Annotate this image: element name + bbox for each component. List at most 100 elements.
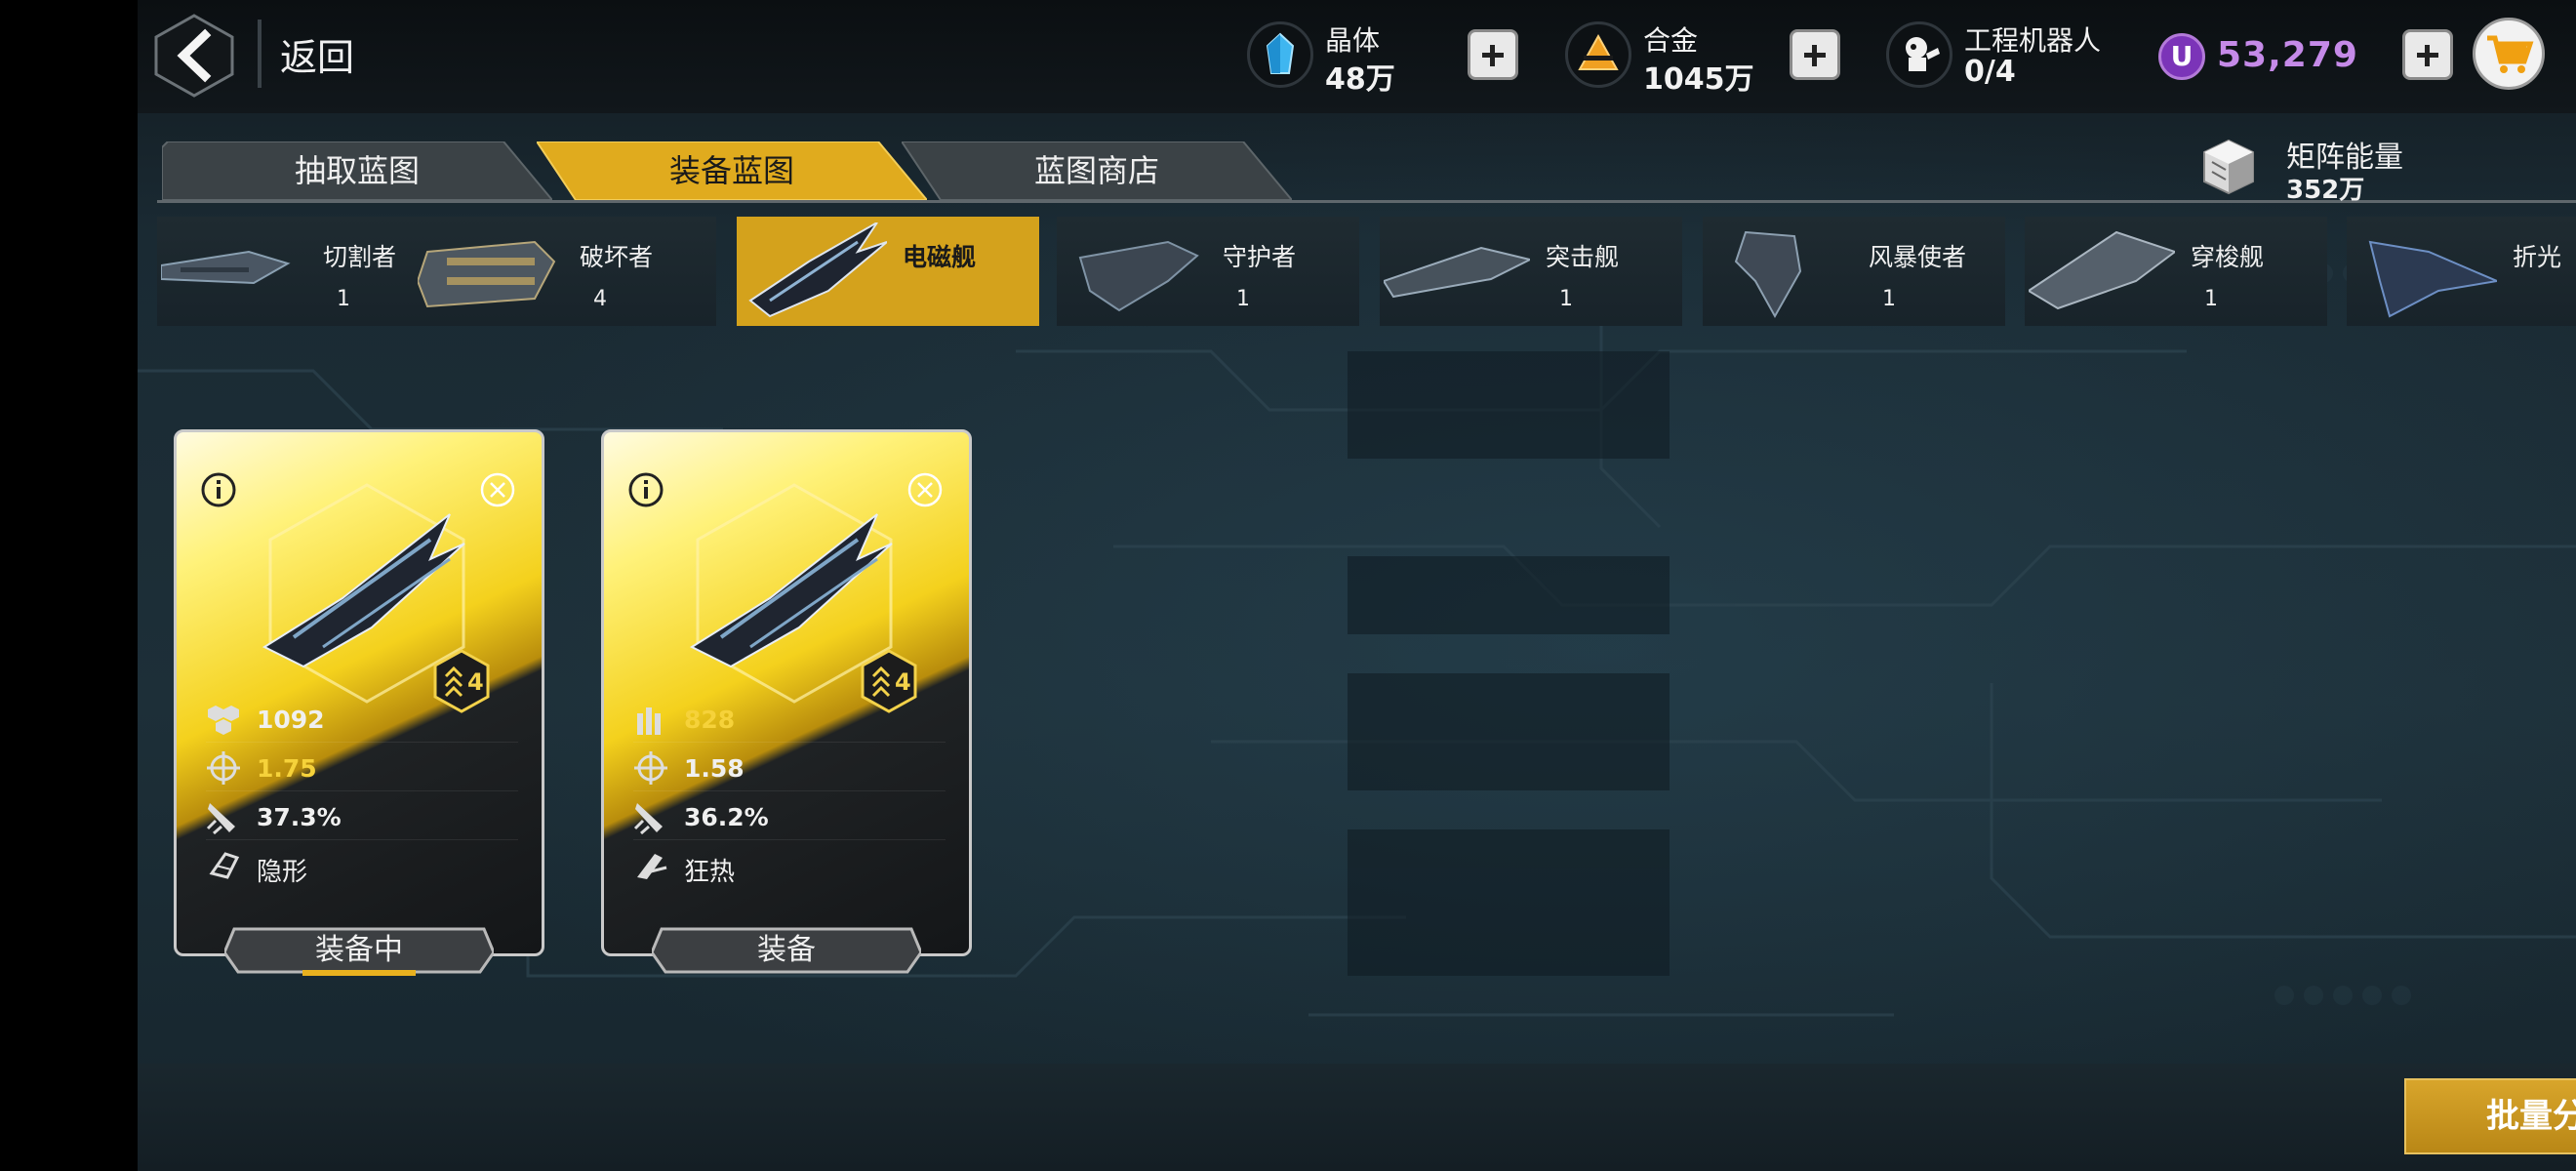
equip-button-label: 装备中 <box>315 933 403 967</box>
stat-value: 1.58 <box>684 754 745 783</box>
card-frame: 4 1092 1.75 37.3% 隐形 <box>174 429 544 956</box>
ship-item-refractor[interactable]: 折光 <box>2347 217 2576 326</box>
stat-value: 828 <box>684 706 736 734</box>
resource-value: 48万 <box>1325 62 1395 97</box>
tab-label: 装备蓝图 <box>668 152 794 189</box>
close-icon[interactable] <box>479 471 516 508</box>
ship-name: 电磁舰 <box>903 243 977 271</box>
stat-value: 1092 <box>257 706 325 734</box>
ship-name: 破坏者 <box>580 243 654 271</box>
trait-row: 隐形 <box>206 842 518 889</box>
stat-row: 828 <box>633 696 946 743</box>
tab-equip-blueprint[interactable]: 装备蓝图 <box>537 141 927 200</box>
info-icon[interactable] <box>627 471 664 508</box>
ship-stormbringer-icon <box>1734 230 1802 319</box>
stat-value: 37.3% <box>257 803 342 831</box>
ship-count: 1 <box>1882 287 1896 311</box>
ship-count: 1 <box>1559 287 1573 311</box>
batch-dismantle-button[interactable]: 批量分解 <box>2404 1078 2576 1154</box>
add-alloy-button[interactable] <box>1790 29 1840 80</box>
equip-button-label: 装备 <box>757 933 816 967</box>
ship-shuttle-icon <box>2029 230 2175 310</box>
missile-icon <box>206 803 235 834</box>
chevron-left-icon <box>154 14 234 98</box>
ship-item-destroyer[interactable]: 破坏者 4 <box>414 217 716 326</box>
equipped-button[interactable]: 装备中 <box>224 925 494 976</box>
bottom-band <box>138 1064 2576 1171</box>
stat-row: 1092 <box>206 696 518 743</box>
add-premium-button[interactable] <box>2402 29 2453 80</box>
matrix-energy: 矩阵能量 352万 <box>2198 133 2569 205</box>
svg-text:4: 4 <box>467 668 484 696</box>
ship-count: 4 <box>593 287 607 311</box>
shop-cart-button[interactable] <box>2473 18 2545 90</box>
resource-alloy: 合金 1045万 <box>1565 18 1799 97</box>
crystal-icon <box>1247 21 1313 88</box>
ship-name: 风暴使者 <box>1869 243 1967 271</box>
ship-item-assault[interactable]: 突击舰 1 <box>1380 217 1682 326</box>
tab-label: 抽取蓝图 <box>294 152 420 189</box>
blueprint-card[interactable]: 4 1092 1.75 37.3% 隐形 装备中 <box>174 429 544 976</box>
crosshair-icon <box>207 751 240 785</box>
frenzy-icon <box>637 854 667 879</box>
trait-label: 隐形 <box>257 858 308 887</box>
resource-name: 工程机器人 <box>1964 24 2102 57</box>
ship-name: 守护者 <box>1223 243 1297 271</box>
ship-name: 切割者 <box>323 243 397 271</box>
ship-emp-icon <box>748 222 887 318</box>
resource-value: 1045万 <box>1643 62 1754 97</box>
stealth-icon <box>209 852 240 879</box>
blueprint-card[interactable]: 4 828 1.58 36.2% 狂热 装备 <box>601 429 972 974</box>
missile-icon <box>633 803 663 834</box>
divider <box>258 20 262 88</box>
ship-type-strip: 切割者 1 破坏者 4 电磁舰 守护者 1 突击舰 1 风暴使者 1 穿梭舰 1… <box>157 213 2576 330</box>
tab-blueprint-shop[interactable]: 蓝图商店 <box>902 141 1292 200</box>
alloy-icon <box>1565 21 1631 88</box>
back-label[interactable]: 返回 <box>280 27 354 81</box>
robot-icon <box>1886 21 1952 88</box>
ship-item-stormbringer[interactable]: 风暴使者 1 <box>1703 217 2005 326</box>
ship-item-guardian[interactable]: 守护者 1 <box>1057 217 1359 326</box>
ship-item-emp[interactable]: 电磁舰 <box>737 217 1039 326</box>
top-bar: 返回 晶体 48万 合金 1045万 工程机器人 0/4 U 53,279 <box>138 0 2576 113</box>
cube-icon <box>2203 139 2254 195</box>
close-icon[interactable] <box>906 471 944 508</box>
ship-name: 折光 <box>2513 243 2562 271</box>
ship-count: 1 <box>337 287 350 311</box>
crosshair-icon <box>634 751 667 785</box>
equip-button[interactable]: 装备 <box>652 925 921 976</box>
ship-refractor-icon <box>2368 240 2497 318</box>
ship-name: 穿梭舰 <box>2191 243 2265 271</box>
cluster-icon <box>208 706 239 735</box>
card-frame: 4 828 1.58 36.2% 狂热 <box>601 429 972 956</box>
ship-count: 1 <box>2204 287 2218 311</box>
svg-text:4: 4 <box>895 668 911 696</box>
resource-value: 0/4 <box>1964 55 2016 89</box>
add-crystal-button[interactable] <box>1468 29 1518 80</box>
stat-row: 1.75 <box>206 745 518 791</box>
resource-robot: 工程机器人 0/4 <box>1886 18 2140 96</box>
ship-count: 1 <box>1236 287 1250 311</box>
stat-row: 37.3% <box>206 793 518 840</box>
stat-row: 36.2% <box>633 793 946 840</box>
ship-destroyer-icon <box>418 240 556 308</box>
trait-row: 狂热 <box>633 842 946 889</box>
cart-icon <box>2487 35 2534 73</box>
stat-value: 1.75 <box>257 754 317 783</box>
trait-label: 狂热 <box>684 858 736 887</box>
ship-assault-icon <box>1384 246 1530 299</box>
resource-crystal: 晶体 48万 <box>1247 18 1481 97</box>
tab-draw-blueprint[interactable]: 抽取蓝图 <box>162 141 552 200</box>
ship-name: 突击舰 <box>1546 243 1620 271</box>
stat-value: 36.2% <box>684 803 769 831</box>
back-button[interactable] <box>154 14 234 98</box>
resource-name: 合金 <box>1643 24 1699 57</box>
info-icon[interactable] <box>200 471 237 508</box>
premium-currency-icon: U <box>2158 33 2205 80</box>
premium-currency-value: 53,279 <box>2217 35 2358 75</box>
game-screen: 返回 晶体 48万 合金 1045万 工程机器人 0/4 U 53,279 抽取… <box>138 0 2576 1171</box>
matrix-energy-value: 352万 <box>2286 176 2365 205</box>
resource-name: 晶体 <box>1325 24 1381 57</box>
stat-row: 1.58 <box>633 745 946 791</box>
ship-item-shuttle[interactable]: 穿梭舰 1 <box>2025 217 2327 326</box>
